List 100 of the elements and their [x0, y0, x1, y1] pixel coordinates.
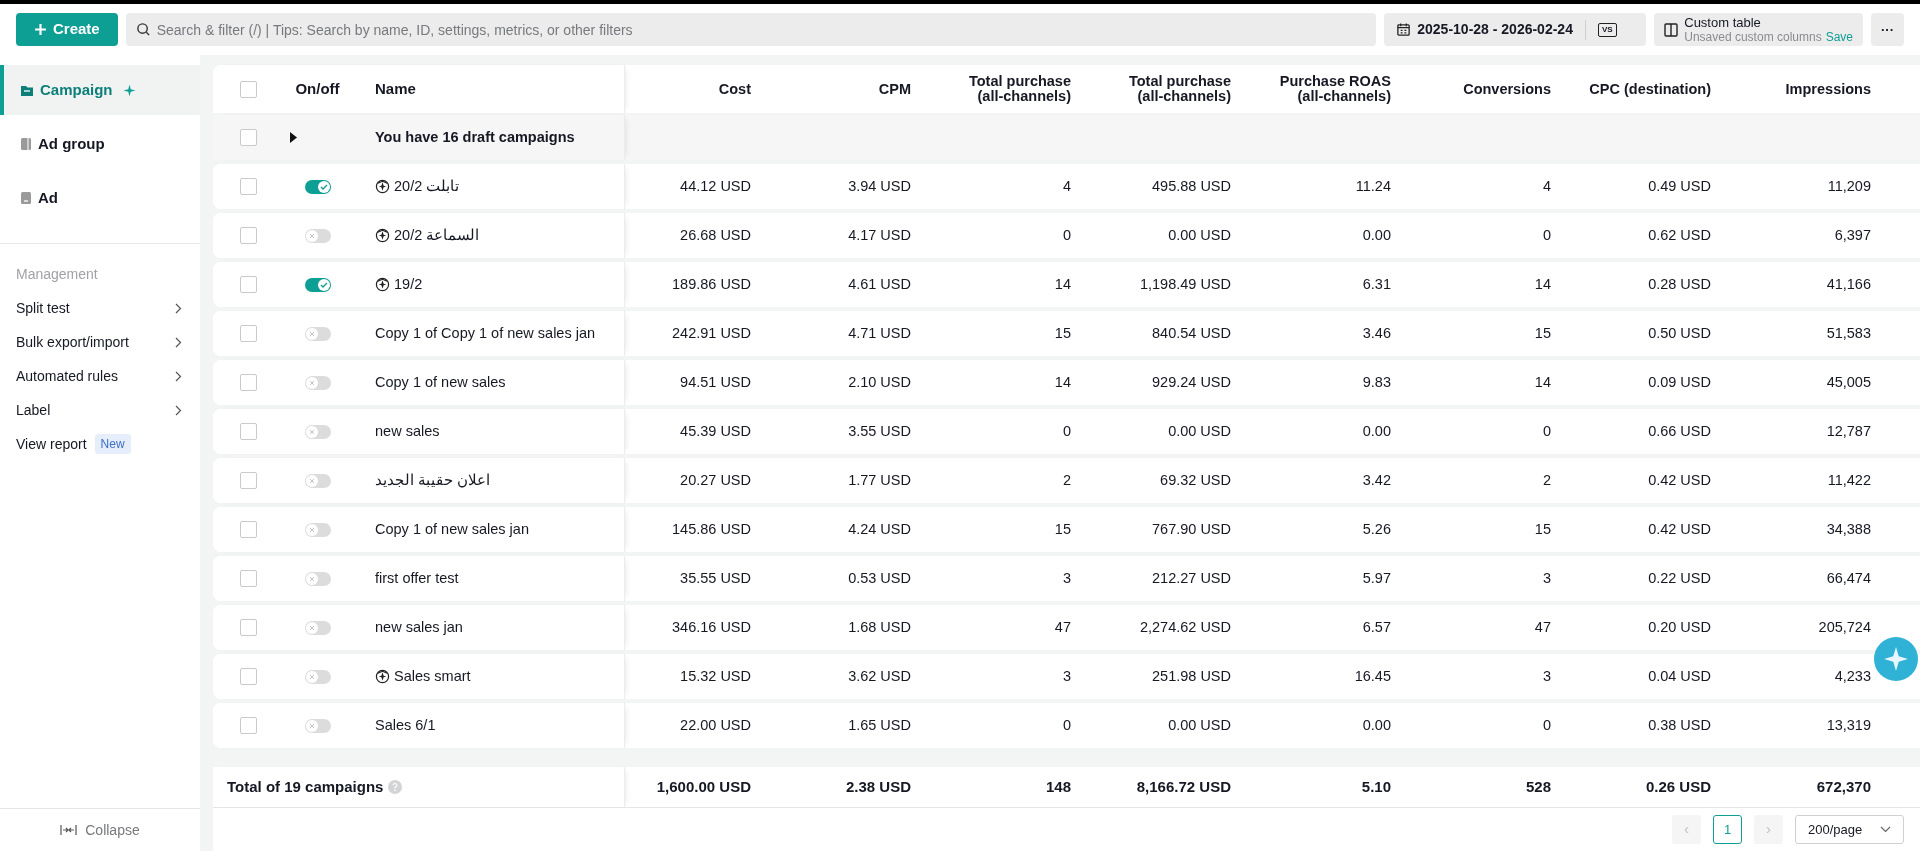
x-icon [308, 232, 315, 239]
checkbox[interactable] [240, 668, 257, 685]
table-cell-text: 94.51 USD [679, 372, 751, 392]
table-cell-text: 2.10 USD [847, 372, 911, 392]
sparkle-icon [122, 83, 136, 97]
table-cell-text: 767.90 USD [1151, 519, 1231, 539]
toggle-switch[interactable] [304, 424, 331, 439]
toggle-switch[interactable] [304, 718, 331, 733]
x-icon [308, 379, 315, 386]
total-cell-text: 0.26 USD [1644, 776, 1711, 797]
document-icon [20, 191, 32, 205]
toggle-switch[interactable] [304, 473, 331, 488]
checkbox[interactable] [240, 129, 257, 146]
menu-item[interactable]: Split test [0, 291, 200, 325]
checkbox[interactable] [240, 619, 257, 636]
toggle-switch[interactable] [304, 571, 331, 586]
table-cell-text: 13,319 [1825, 715, 1871, 735]
toggle-switch[interactable] [304, 620, 331, 635]
sidebar-tab[interactable]: Ad group [0, 119, 200, 169]
page-size-dropdown[interactable]: 200/page [1795, 815, 1904, 844]
campaign-name[interactable]: Sales 6/1 [375, 714, 436, 737]
toggle-switch[interactable] [304, 375, 331, 390]
date-range-picker[interactable]: 2025-10-28 - 2026-02-24 [1396, 19, 1573, 40]
menu-item[interactable]: Bulk export/import [0, 325, 200, 359]
campaign-name[interactable]: Copy 1 of new sales [375, 371, 506, 394]
toggle-switch[interactable] [304, 522, 331, 537]
total-cell-text: 148 [1044, 776, 1071, 797]
table-cell-text: 11,422 [1826, 470, 1871, 490]
checkbox[interactable] [240, 276, 257, 293]
toggle-switch[interactable] [304, 326, 331, 341]
table-cell-text: 5.97 [1361, 568, 1391, 588]
menu-item[interactable]: Automated rules [0, 359, 200, 393]
toggle-switch[interactable] [304, 277, 331, 292]
expand-caret-icon[interactable] [290, 132, 297, 143]
table-cell-text: 6.57 [1361, 617, 1391, 637]
checkbox[interactable] [240, 570, 257, 587]
table-cell-text: 0.22 USD [1647, 568, 1711, 588]
campaign-name[interactable]: Copy 1 of new sales jan [375, 518, 529, 541]
checkbox[interactable] [240, 227, 257, 244]
campaign-name[interactable]: new sales [375, 420, 440, 443]
campaign-name[interactable]: السماعة 20/2 [394, 224, 480, 247]
chevron-right-icon [175, 302, 182, 314]
table-cell-text: 840.54 USD [1151, 323, 1231, 343]
table-cell-text: 15 [1533, 519, 1551, 539]
total-label: Total of 19 campaigns [227, 776, 384, 797]
check-icon [319, 280, 328, 289]
table-cell-text: 4 [1061, 176, 1071, 196]
checkbox[interactable] [240, 423, 257, 440]
checkbox[interactable] [240, 521, 257, 538]
help-icon[interactable] [388, 780, 403, 794]
checkbox[interactable] [240, 80, 257, 98]
table-cell-text: 0.38 USD [1647, 715, 1711, 735]
compare-button[interactable]: VS [1597, 22, 1617, 37]
checkbox[interactable] [240, 472, 257, 489]
table-cell-text: 15.32 USD [679, 666, 751, 686]
table-cell-text: 12,787 [1825, 421, 1871, 441]
toggle-switch[interactable] [304, 228, 331, 243]
checkbox[interactable] [240, 374, 257, 391]
campaign-name[interactable]: اعلان حقيبة الجديد [375, 469, 491, 492]
checkbox[interactable] [240, 325, 257, 342]
table-cell-text: 145.86 USD [671, 519, 751, 539]
campaign-name[interactable]: تابلت 20/2 [394, 175, 460, 198]
menu-item[interactable]: Label [0, 393, 200, 427]
table-cell-text: 6.31 [1361, 274, 1391, 294]
table-cell-text: 3 [1061, 568, 1071, 588]
campaign-name[interactable]: 19/2 [394, 273, 423, 296]
column-header: Total purchase (all-channels) [1127, 74, 1231, 104]
collapse-button[interactable]: Collapse [0, 808, 200, 851]
x-icon [308, 477, 315, 484]
toggle-switch[interactable] [304, 669, 331, 684]
table-cell-text: 1.65 USD [847, 715, 911, 735]
search-field[interactable]: Search & filter (/) | Tips: Search by name, ID, settings, metrics, or other filters [125, 13, 1377, 46]
table-cell-text: 1.77 USD [847, 470, 911, 490]
more-button[interactable]: ··· [1871, 13, 1904, 46]
column-header: Name [374, 78, 416, 99]
table-cell-text: 3 [1541, 568, 1551, 588]
table-cell-text: 14 [1533, 274, 1551, 294]
table-cell-text: 0.20 USD [1647, 617, 1711, 637]
table-cell-text: 0.09 USD [1647, 372, 1711, 392]
checkbox[interactable] [240, 717, 257, 734]
menu-item[interactable]: View report New [0, 427, 200, 461]
sidebar-tab[interactable]: Campaign [0, 65, 200, 115]
table-cell-text: 495.88 USD [1151, 176, 1231, 196]
table-cell-text: 0.00 [1361, 421, 1391, 441]
table-cell-text: 1,198.49 USD [1138, 274, 1231, 294]
table-cell-text: 20.27 USD [679, 470, 751, 490]
campaign-name[interactable]: new sales jan [375, 616, 463, 639]
toggle-switch[interactable] [304, 179, 331, 194]
table-cell-text: 3.46 [1361, 323, 1391, 343]
campaign-name[interactable]: Copy 1 of Copy 1 of new sales jan [375, 322, 596, 345]
table-cell-text: 15 [1053, 519, 1071, 539]
checkbox[interactable] [240, 178, 257, 195]
campaign-name[interactable]: Sales smart [394, 665, 471, 688]
campaign-name[interactable]: first offer test [375, 567, 459, 590]
table-cell-text: 0.50 USD [1647, 323, 1711, 343]
custom-table-button[interactable]: Custom table Unsaved custom columns Save [1654, 13, 1863, 46]
table-cell-text: 0.49 USD [1647, 176, 1711, 196]
new-badge: New [94, 434, 131, 454]
table-cell-text: 4,233 [1833, 666, 1871, 686]
sidebar-tab[interactable]: Ad [0, 173, 200, 223]
